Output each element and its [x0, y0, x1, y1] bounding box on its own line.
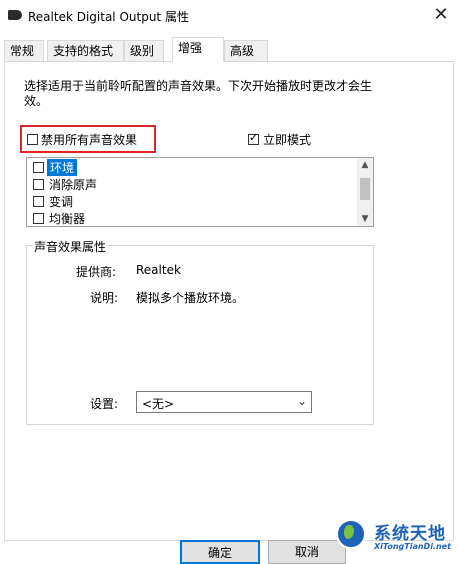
settings-selected-value: <无> [142, 397, 175, 411]
title-bar: Realtek Digital Output 属性 ✕ [0, 0, 458, 32]
equalizer-checkbox[interactable] [33, 213, 44, 224]
environment-checkbox[interactable] [33, 162, 44, 173]
globe-icon [336, 519, 366, 549]
immediate-mode-label[interactable]: 立即模式 [263, 131, 311, 148]
tab-levels[interactable]: 级别 [124, 40, 164, 61]
scroll-up-icon[interactable]: ▲ [357, 158, 373, 172]
disable-all-checkbox[interactable] [27, 134, 38, 145]
scroll-thumb[interactable] [360, 178, 370, 200]
pitch-shift-checkbox[interactable] [33, 196, 44, 207]
disable-all-label[interactable]: 禁用所有声音效果 [41, 131, 137, 148]
list-item-label: 变调 [49, 195, 74, 209]
window-title: Realtek Digital Output 属性 [28, 10, 189, 24]
watermark-title: 系统天地 [374, 524, 446, 544]
enhancement-description: 选择适用于当前聆听配置的声音效果。下次开始播放时更改才会生效。 [24, 79, 373, 108]
tab-advanced[interactable]: 高级 [224, 40, 268, 61]
list-item-label: 消除原声 [49, 178, 98, 192]
tab-supported-formats[interactable]: 支持的格式 [47, 40, 124, 61]
close-button[interactable]: ✕ [424, 0, 458, 30]
immediate-mode-checkbox[interactable] [248, 131, 259, 145]
list-scrollbar[interactable]: ▲ ▼ [357, 158, 373, 226]
chevron-down-icon: ⌄ [296, 394, 307, 408]
tab-general[interactable]: 常规 [4, 40, 44, 61]
enhancement-list[interactable]: 环境 消除原声 变调 均衡器 ▲ ▼ [26, 157, 374, 227]
provider-value: Realtek [136, 263, 181, 277]
voice-cancel-checkbox[interactable] [33, 179, 44, 190]
settings-dropdown[interactable]: <无> ⌄ [136, 391, 312, 413]
watermark-url: XiTongTianDi.net [374, 542, 451, 551]
scroll-down-icon[interactable]: ▼ [357, 212, 373, 226]
list-item-label: 均衡器 [49, 212, 86, 226]
list-item-label: 环境 [47, 159, 78, 176]
watermark-logo: 系统天地 XiTongTianDi.net [334, 517, 458, 558]
ok-button[interactable]: 确定 [180, 540, 260, 564]
provider-label: 提供商: [76, 265, 117, 279]
description-label: 说明: [90, 291, 119, 305]
settings-label: 设置: [90, 397, 119, 411]
tab-enhancements[interactable]: 增强 [172, 37, 224, 62]
speaker-icon [8, 10, 22, 20]
properties-group-title: 声音效果属性 [32, 238, 109, 255]
description-value: 模拟多个播放环境。 [136, 291, 245, 305]
